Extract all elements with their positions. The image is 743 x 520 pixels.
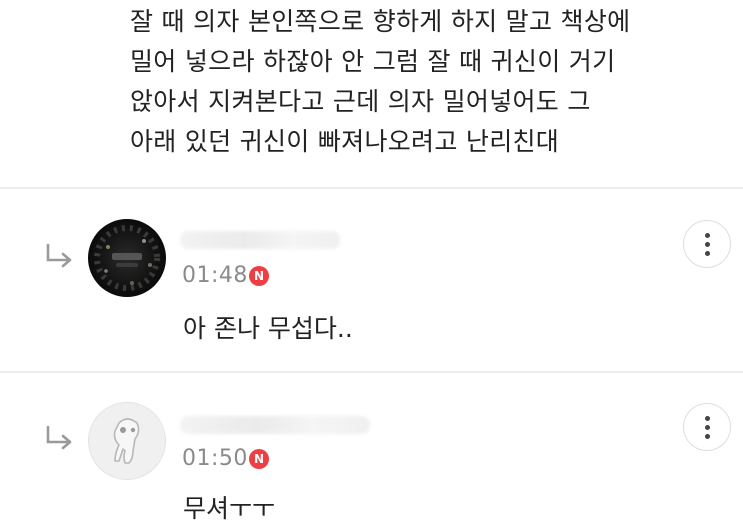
more-vertical-icon — [705, 416, 710, 421]
avatar[interactable] — [88, 402, 166, 480]
comment-thread: 잘 때 의자 본인쪽으로 향하게 하지 말고 책상에 밀어 넣으라 하잖아 안 … — [0, 0, 743, 520]
more-vertical-icon-dot — [705, 434, 710, 439]
post-line: 잘 때 의자 본인쪽으로 향하게 하지 말고 책상에 — [130, 7, 631, 36]
comment-time: 01:50 — [182, 446, 248, 471]
more-vertical-icon-dot — [705, 425, 710, 430]
author-nickname[interactable] — [180, 231, 340, 249]
more-options-button[interactable] — [683, 403, 731, 451]
post-body: 잘 때 의자 본인쪽으로 향하게 하지 말고 책상에 밀어 넣으라 하잖아 안 … — [130, 0, 730, 162]
more-vertical-icon — [705, 233, 710, 238]
reply-item: 01:50 N 무셔ㅜㅜ — [0, 373, 743, 520]
avatar[interactable] — [88, 219, 166, 297]
avatar-image — [94, 225, 160, 291]
comment-text: 무셔ㅜㅜ — [183, 494, 276, 520]
post-line: 앉아서 지켜본다고 근데 의자 밀어넣어도 그 — [130, 87, 591, 116]
default-avatar-icon — [113, 418, 140, 464]
comment-time: 01:48 — [182, 263, 248, 288]
more-vertical-icon-dot — [705, 242, 710, 247]
new-badge-icon: N — [249, 266, 269, 286]
reply-arrow-icon — [46, 243, 72, 268]
post-line: 밀어 넣으라 하잖아 안 그럼 잘 때 귀신이 거기 — [130, 47, 616, 76]
comment-text: 아 존나 무섭다.. — [183, 314, 353, 343]
reply-item: 01:48 N 아 존나 무섭다.. — [0, 189, 743, 371]
more-options-button[interactable] — [683, 220, 731, 268]
post-line: 아래 있던 귀신이 빠져나오려고 난리친대 — [130, 127, 560, 156]
new-badge-icon: N — [249, 449, 269, 469]
author-nickname[interactable] — [180, 416, 370, 434]
reply-arrow-icon — [46, 425, 72, 450]
more-vertical-icon-dot — [705, 251, 710, 256]
